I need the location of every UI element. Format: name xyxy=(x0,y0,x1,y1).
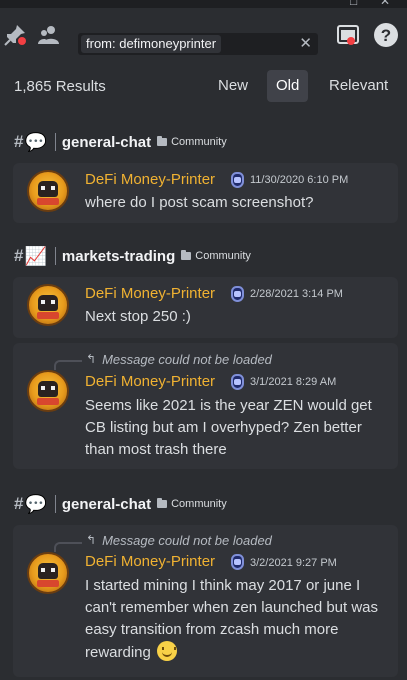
window-titlebar: □ ✕ xyxy=(0,0,407,8)
category-name: Community xyxy=(171,136,227,148)
reply-text: Message could not be loaded xyxy=(102,532,272,548)
channel-header[interactable]: # 💬 general-chat Community xyxy=(14,130,227,154)
sort-old-tab[interactable]: Old xyxy=(267,70,309,102)
clear-search-icon[interactable]: ✕ xyxy=(299,34,312,52)
message-timestamp: 3/2/2021 9:27 PM xyxy=(250,557,337,569)
author-name[interactable]: DeFi Money-Printer xyxy=(85,285,215,302)
author-name[interactable]: DeFi Money-Printer xyxy=(85,171,215,188)
speech-bubble-icon: 💬 xyxy=(24,493,47,514)
avatar[interactable] xyxy=(27,552,69,594)
results-bar: 1,865 Results New Old Relevant xyxy=(0,62,407,112)
speech-bubble-icon: 💬 xyxy=(24,131,47,152)
reply-arrow-icon: ↰ xyxy=(86,533,97,547)
help-icon[interactable]: ? xyxy=(373,22,399,48)
hash-icon: # xyxy=(14,246,24,265)
inbox-icon[interactable] xyxy=(335,22,361,48)
reply-preview[interactable]: ↰ Message could not be loaded xyxy=(53,531,272,549)
maximize-button[interactable]: □ xyxy=(350,0,357,8)
reply-arrow-icon: ↰ xyxy=(86,352,97,366)
message-timestamp: 3/1/2021 8:29 AM xyxy=(250,376,337,388)
pin-icon[interactable] xyxy=(2,22,28,48)
divider xyxy=(54,133,56,151)
nitro-badge-icon xyxy=(231,554,244,570)
nitro-badge-icon xyxy=(231,286,244,302)
scrollbar[interactable] xyxy=(403,112,407,680)
folder-icon xyxy=(181,250,192,260)
chart-up-icon: 📈 xyxy=(24,245,47,266)
avatar[interactable] xyxy=(27,284,69,326)
avatar[interactable] xyxy=(27,370,69,412)
sort-relevant-tab[interactable]: Relevant xyxy=(320,70,397,102)
message-text: I started mining I think may 2017 or jun… xyxy=(85,577,379,661)
reply-preview[interactable]: ↰ Message could not be loaded xyxy=(53,350,272,368)
channel-header[interactable]: # 💬 general-chat Community xyxy=(14,492,227,516)
message-text: Seems like 2021 is the year ZEN would ge… xyxy=(85,397,372,458)
message-text: where do I post scam screenshot? xyxy=(85,194,314,211)
search-bar[interactable]: from: defimoneyprinter ✕ xyxy=(78,33,318,55)
divider xyxy=(54,495,56,513)
results-count: 1,865 Results xyxy=(14,78,106,95)
category-name: Community xyxy=(195,250,251,262)
avatar[interactable] xyxy=(27,170,69,212)
slight-smile-emoji-icon xyxy=(157,641,178,661)
hash-icon: # xyxy=(14,132,24,151)
folder-icon xyxy=(157,498,168,508)
channel-name[interactable]: markets-trading xyxy=(62,248,175,265)
search-header: from: defimoneyprinter ✕ ? xyxy=(0,8,407,62)
message-timestamp: 2/28/2021 3:14 PM xyxy=(250,288,343,300)
search-filter-chip[interactable]: from: defimoneyprinter xyxy=(81,35,222,53)
help-glyph: ? xyxy=(381,26,391,45)
channel-name[interactable]: general-chat xyxy=(62,134,151,151)
members-icon[interactable] xyxy=(37,22,63,48)
reply-text: Message could not be loaded xyxy=(102,351,272,367)
nitro-badge-icon xyxy=(231,374,244,390)
sort-new-tab[interactable]: New xyxy=(209,70,257,102)
search-result-message[interactable]: DeFi Money-Printer 2/28/2021 3:14 PM Nex… xyxy=(13,277,398,338)
channel-header[interactable]: # 📈 markets-trading Community xyxy=(14,244,251,268)
search-result-message[interactable]: ↰ Message could not be loaded DeFi Money… xyxy=(13,343,398,469)
author-name[interactable]: DeFi Money-Printer xyxy=(85,553,215,570)
divider xyxy=(54,247,56,265)
hash-icon: # xyxy=(14,494,24,513)
message-body: I started mining I think may 2017 or jun… xyxy=(85,575,385,664)
message-text: Next stop 250 :) xyxy=(85,308,191,325)
search-result-message[interactable]: ↰ Message could not be loaded DeFi Money… xyxy=(13,525,398,677)
search-result-message[interactable]: DeFi Money-Printer 11/30/2020 6:10 PM wh… xyxy=(13,163,398,223)
close-window-button[interactable]: ✕ xyxy=(380,0,390,8)
author-name[interactable]: DeFi Money-Printer xyxy=(85,373,215,390)
nitro-badge-icon xyxy=(231,172,244,188)
category-name: Community xyxy=(171,498,227,510)
folder-icon xyxy=(157,136,168,146)
channel-name[interactable]: general-chat xyxy=(62,496,151,513)
message-timestamp: 11/30/2020 6:10 PM xyxy=(250,174,349,186)
